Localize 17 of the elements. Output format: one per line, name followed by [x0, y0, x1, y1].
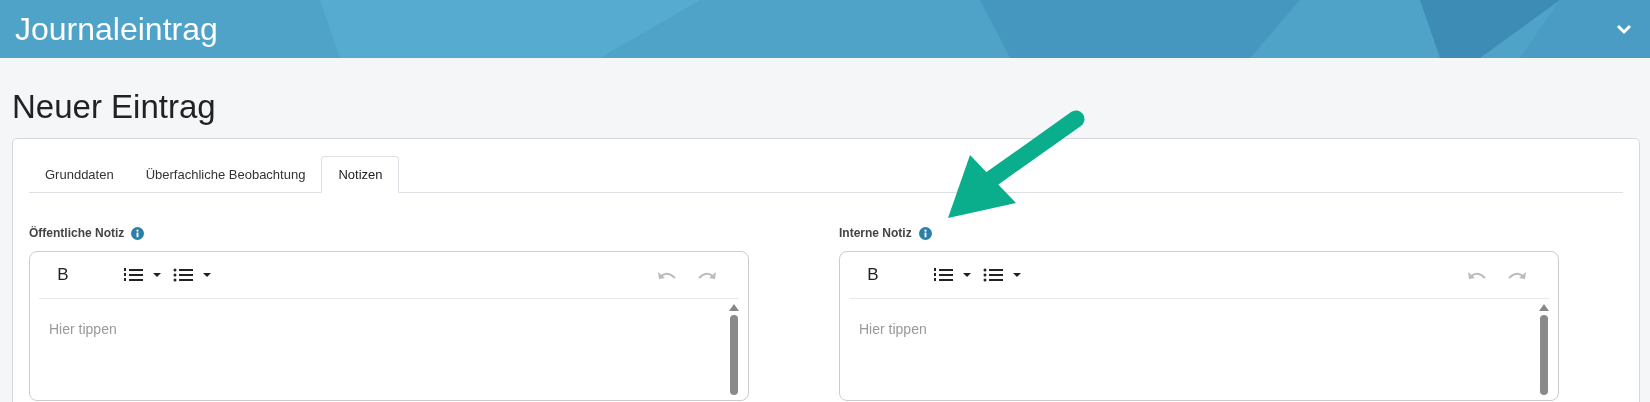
tab[interactable]: Überfachliche Beobachtung — [129, 156, 322, 193]
field-label: Öffentliche Notiz — [29, 225, 125, 242]
header-title: Journaleintrag — [15, 10, 218, 49]
text-editor[interactable]: B Hier tippen — [839, 251, 1559, 401]
numbered-list-icon[interactable] — [933, 267, 973, 283]
tab[interactable]: Notizen — [321, 156, 400, 193]
numbered-list-icon[interactable] — [123, 267, 163, 283]
info-icon[interactable] — [131, 226, 145, 240]
bold-button[interactable]: B — [53, 262, 73, 288]
info-icon[interactable] — [918, 226, 932, 240]
page-title: Neuer Eintrag — [11, 87, 217, 127]
text-editor[interactable]: B Hier tippen — [29, 251, 749, 401]
bullet-list-icon[interactable] — [983, 267, 1023, 283]
field-label: Interne Notiz — [839, 225, 912, 242]
bold-button[interactable]: B — [863, 262, 883, 288]
tab[interactable]: Grunddaten — [29, 156, 130, 193]
bullet-list-icon[interactable] — [173, 267, 213, 283]
